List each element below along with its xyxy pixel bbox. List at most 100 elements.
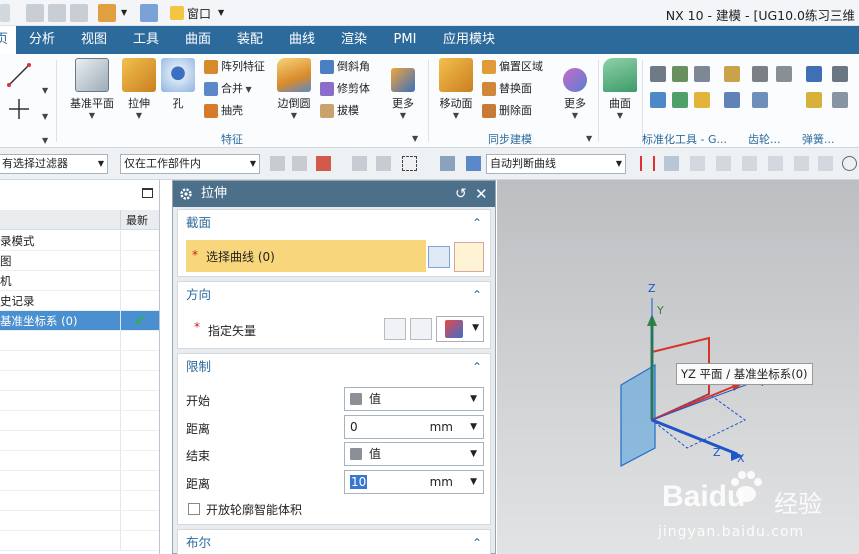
chamfer-button[interactable]: 倒斜角 (320, 58, 370, 76)
replace-face-button[interactable]: 替换面 (482, 80, 532, 98)
section-header[interactable]: 截面 ⌃ (178, 210, 490, 236)
move-face-button[interactable]: 移动面 ▼ (434, 58, 478, 120)
tab-view[interactable]: 视图 (72, 26, 116, 54)
trim-body-button[interactable]: 修剪体 (320, 80, 370, 98)
undo-icon[interactable] (0, 4, 10, 22)
spring-view-icon[interactable] (806, 66, 822, 82)
standard-yellow-icon[interactable] (694, 92, 710, 108)
gear-tool-icon[interactable] (724, 92, 740, 108)
spring-coil-icon[interactable] (752, 92, 768, 108)
offset-region-button[interactable]: 偏置区域 (482, 58, 543, 76)
inferred-vector-dropdown[interactable]: ▼ (436, 316, 484, 342)
standard-tools-group-label[interactable]: 标准化工具 - G... (642, 131, 730, 147)
repeat-command-icon[interactable] (140, 4, 158, 22)
spring-tools2-icon[interactable] (832, 92, 848, 108)
spring-edit-icon[interactable] (776, 66, 792, 82)
collapse-chevron-icon[interactable]: ⌃ (472, 354, 482, 380)
snap-icon-2[interactable] (292, 156, 307, 171)
reverse-direction-icon[interactable] (384, 318, 406, 340)
edge-blend-arrow-icon[interactable]: ▼ (274, 111, 314, 120)
draft-button[interactable]: 拔模 (320, 102, 359, 120)
snap-icon-3[interactable] (316, 156, 331, 171)
hole-button[interactable]: 孔 (160, 58, 196, 111)
tab-render[interactable]: 渲染 (332, 26, 376, 54)
start-type-select[interactable]: 值 ▼ (344, 387, 484, 411)
sync-group-menu-icon[interactable]: ▼ (586, 134, 592, 143)
vector-dialog-icon[interactable] (410, 318, 432, 340)
end-distance-arrow-icon[interactable]: ▼ (470, 471, 477, 493)
extrude-button[interactable]: 拉伸 ▼ (120, 58, 158, 120)
snap-icon-1[interactable] (270, 156, 285, 171)
move-face-arrow-icon[interactable]: ▼ (434, 111, 478, 120)
tab-surface[interactable]: 曲面 (176, 26, 220, 54)
tab-assembly[interactable]: 装配 (228, 26, 272, 54)
surface-button[interactable]: 曲面 ▼ (600, 58, 640, 120)
line-tool-arrow-icon[interactable]: ▼ (42, 86, 48, 95)
collapse-chevron-icon[interactable]: ⌃ (472, 210, 482, 236)
spring-line-icon[interactable] (752, 66, 768, 82)
point-tool-icon[interactable] (8, 98, 30, 120)
standard-table-icon[interactable] (694, 66, 710, 82)
surface-arrow-icon[interactable]: ▼ (600, 111, 640, 120)
delete-face-button[interactable]: 删除面 (482, 102, 532, 120)
datum-plane-button[interactable]: 基准平面 ▼ (64, 58, 120, 120)
tab-applications[interactable]: 应用模块 (436, 26, 502, 54)
collapse-chevron-icon[interactable]: ⌃ (472, 282, 482, 308)
standard-part-icon[interactable] (650, 66, 666, 82)
navigator-row-datum-csys[interactable]: 基准坐标系 (0) ✔ (0, 311, 159, 331)
limits-header[interactable]: 限制 ⌃ (178, 354, 490, 380)
stop-at-intersection-icon[interactable] (640, 156, 655, 171)
standard-bolt-icon[interactable] (650, 92, 666, 108)
unite-button[interactable]: 合并 ▼ (204, 80, 252, 98)
maximize-icon[interactable] (142, 188, 153, 198)
follow-fillet-icon[interactable] (664, 156, 679, 171)
snap-icon-4[interactable] (352, 156, 367, 171)
standard-nut-icon[interactable] (672, 92, 688, 108)
end-distance-input[interactable]: 10 mm ▼ (344, 470, 484, 494)
snap-curve-icon[interactable] (742, 156, 757, 171)
column-latest-header[interactable]: 最新 (126, 212, 148, 228)
start-distance-input[interactable]: 0 mm ▼ (344, 415, 484, 439)
tab-pmi[interactable]: PMI (384, 26, 426, 54)
spring-yellow-icon[interactable] (806, 92, 822, 108)
navigator-row[interactable]: 录模式 (0, 231, 159, 251)
tab-tools[interactable]: 工具 (124, 26, 168, 54)
box-select-icon[interactable] (402, 156, 417, 171)
direction-header[interactable]: 方向 ⌃ (178, 282, 490, 308)
snap-line-icon[interactable] (716, 156, 731, 171)
snap-spline-icon[interactable] (768, 156, 783, 171)
snap-point-icon[interactable] (690, 156, 705, 171)
collapse-chevron-icon[interactable]: ⌃ (472, 530, 482, 554)
navigator-row[interactable]: 机 (0, 271, 159, 291)
line-tool-icon[interactable] (6, 62, 32, 88)
gallery-more-icon[interactable]: ▼ (42, 136, 48, 145)
point-tool-arrow-icon[interactable]: ▼ (42, 112, 48, 121)
select-body-icon[interactable] (466, 156, 481, 171)
touch-mode-icon[interactable] (98, 4, 116, 22)
reset-icon[interactable]: ↺ (455, 181, 467, 207)
tab-analysis[interactable]: 分析 (20, 26, 64, 54)
curve-selection-icon[interactable] (454, 242, 484, 272)
tab-home[interactable]: 主页 (0, 26, 16, 54)
edge-blend-button[interactable]: 边倒圆 ▼ (274, 58, 314, 120)
navigator-row[interactable]: 图 (0, 251, 159, 271)
start-distance-arrow-icon[interactable]: ▼ (470, 416, 477, 438)
gear-group-label[interactable]: 齿轮... (748, 131, 792, 147)
datum-plane-arrow-icon[interactable]: ▼ (64, 111, 120, 120)
type-filter-combo[interactable]: 有选择过滤器 ▼ (0, 154, 108, 174)
snap-tangent-icon[interactable] (794, 156, 809, 171)
spring-tools-icon[interactable] (832, 66, 848, 82)
tab-curve[interactable]: 曲线 (280, 26, 324, 54)
curve-rule-combo[interactable]: 自动判断曲线 ▼ (486, 154, 626, 174)
selection-scope-combo[interactable]: 仅在工作部件内 ▼ (120, 154, 260, 174)
snap-intersect-icon[interactable] (818, 156, 833, 171)
select-curve-row[interactable]: * 选择曲线 (0) (186, 240, 426, 272)
copy-icon[interactable] (48, 4, 66, 22)
navigator-row[interactable]: 史记录 (0, 291, 159, 311)
feature-group-menu-icon[interactable]: ▼ (412, 134, 418, 143)
shell-button[interactable]: 抽壳 (204, 102, 243, 120)
select-face-icon[interactable] (440, 156, 455, 171)
gear-pencil-icon[interactable] (724, 66, 740, 82)
unite-arrow-icon[interactable]: ▼ (243, 85, 252, 94)
spring-group-label[interactable]: 弹簧... (802, 131, 846, 147)
